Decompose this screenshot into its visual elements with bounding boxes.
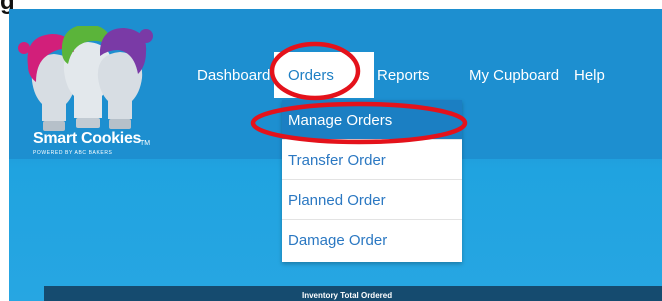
menu-item-damage-order[interactable]: Damage Order xyxy=(282,220,462,260)
logo-wordmark: Smart Cookies xyxy=(33,130,142,147)
manage-orders-annotation-circle xyxy=(250,101,468,145)
menu-item-planned-order[interactable]: Planned Order xyxy=(282,180,462,220)
menu-item-label[interactable]: Transfer Order xyxy=(288,152,386,169)
inventory-header-text: Inventory Total Ordered xyxy=(302,291,393,300)
nav-dashboard[interactable]: Dashboard xyxy=(197,67,270,84)
menu-item-label[interactable]: Damage Order xyxy=(288,232,387,249)
orders-annotation-circle xyxy=(269,41,361,101)
nav-my-cupboard[interactable]: My Cupboard xyxy=(469,67,559,84)
logo-trademark: TM xyxy=(140,140,151,147)
inventory-header-bar: Inventory Total Ordered xyxy=(44,286,662,301)
nav-reports[interactable]: Reports xyxy=(377,67,430,84)
nav-help[interactable]: Help xyxy=(574,67,605,84)
menu-item-label[interactable]: Planned Order xyxy=(288,192,386,209)
logo-tagline: POWERED BY ABC BAKERS xyxy=(33,150,113,156)
